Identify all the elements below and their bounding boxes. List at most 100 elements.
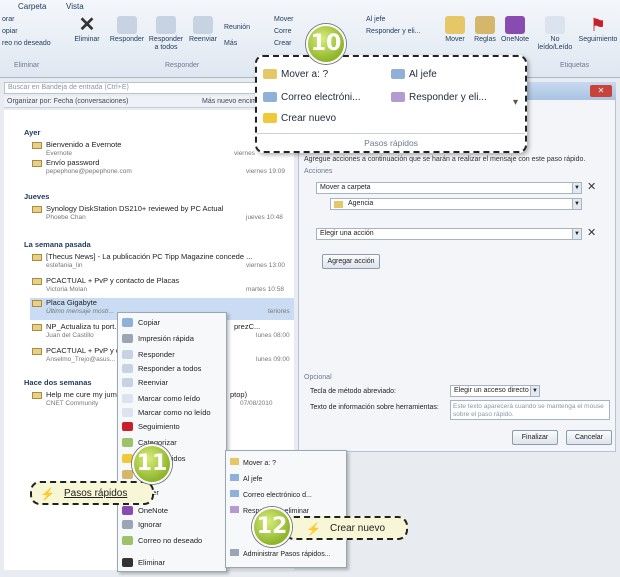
qs-email-item[interactable]: Correo electróni... (263, 92, 360, 103)
tooltip-textarea[interactable]: Este texto aparecerá cuando se mantenga … (450, 400, 610, 420)
mark-read-icon (122, 394, 133, 403)
ctx-item-label: Marcar como no leído (138, 408, 211, 417)
group-jueves[interactable]: Jueves (24, 192, 49, 201)
onenote-icon (505, 16, 525, 34)
ribbon-ignorar[interactable]: orar (2, 16, 14, 23)
group-semana-pasada[interactable]: La semana pasada (24, 240, 91, 249)
ctx-item-label: Copiar (138, 318, 161, 327)
finish-button[interactable]: Finalizar (512, 430, 558, 445)
sub-boss-item[interactable]: Al jefe (230, 474, 262, 483)
shortcut-select[interactable]: Elegir un acceso directo ▼ (450, 385, 540, 397)
remove-action2-icon[interactable]: ✕ (587, 226, 596, 239)
group-ayer[interactable]: Ayer (24, 128, 40, 137)
qs-jefe-small[interactable]: Al jefe (366, 16, 385, 23)
ctx-item-ignore[interactable]: Ignorar (118, 518, 226, 531)
sort-order: Más nuevo encima (202, 98, 261, 105)
shortcut-label: Tecla de método abreviado: (310, 388, 396, 395)
ctx-item-mark-unread[interactable]: Marcar como no leído (118, 406, 226, 419)
onenote-button[interactable]: OneNote (500, 16, 530, 44)
junk-icon (122, 536, 133, 545)
qs-correo-small[interactable]: Corre (274, 28, 292, 35)
quicksteps-group-label: Pasos rápidos (257, 133, 525, 148)
remove-action1-icon[interactable]: ✕ (587, 180, 596, 193)
folder-select[interactable]: Agencia ▼ (330, 198, 582, 210)
quicksteps-gallery-popup: Mover a: ? Al jefe Correo electróni... R… (255, 55, 527, 153)
tab-vista[interactable]: Vista (66, 2, 84, 11)
delete-icon (122, 558, 133, 567)
list-item[interactable]: Envío password pepephone@pepephone.com v… (30, 158, 294, 182)
ctx-item-followup[interactable]: Seguimiento (118, 420, 226, 433)
qs-boss-item[interactable]: Al jefe (391, 69, 437, 80)
reply-button[interactable]: Responder (108, 16, 146, 44)
sub-email-item[interactable]: Correo electrónico d... (230, 490, 312, 499)
quick-print-icon (122, 334, 133, 343)
tab-carpeta[interactable]: Carpeta (18, 2, 46, 11)
envelope-icon (32, 348, 42, 355)
sort-label: Organizar por: Fecha (conversaciones) (7, 98, 129, 105)
cancel-button[interactable]: Cancelar (566, 430, 612, 445)
section-opcional: Opcional (304, 374, 332, 381)
tooltip-label: Texto de información sobre herramientas: (310, 404, 439, 411)
sub-move-item[interactable]: Mover a: ? (230, 458, 276, 467)
step-badge-10: 10 (306, 24, 346, 64)
add-action-button[interactable]: Agregar acción (322, 254, 380, 269)
more-button[interactable]: Más (224, 40, 237, 47)
lightning-icon (263, 113, 277, 124)
close-icon[interactable]: ✕ (590, 85, 612, 97)
ctx-item-reply[interactable]: Responder (118, 348, 226, 361)
qs-mover-small[interactable]: Mover (274, 16, 293, 23)
qs-move-item[interactable]: Mover a: ? (263, 69, 328, 80)
group-eliminar: Eliminar (14, 62, 40, 69)
delete-button[interactable]: ✕ Eliminar (68, 15, 106, 44)
group-hace-dos-semanas[interactable]: Hace dos semanas (24, 378, 92, 387)
ctx-item-copy[interactable]: Copiar (118, 316, 226, 329)
followup-icon (122, 422, 133, 431)
callout-pasos-rapidos[interactable]: ⚡ Pasos rápidos (30, 481, 154, 505)
followup-button[interactable]: ⚑ Seguimiento (578, 16, 618, 44)
forward-icon (193, 16, 213, 34)
envelope-icon (32, 392, 42, 399)
copy-icon (122, 318, 133, 327)
reply-all-button[interactable]: Responder a todos (146, 16, 186, 52)
ctx-item-label: Ignorar (138, 520, 162, 529)
section-acciones: Acciones (304, 168, 333, 175)
ctx-item-mark-read[interactable]: Marcar como leído (118, 392, 226, 405)
ctx-item-onenote[interactable]: OneNote (118, 504, 226, 517)
ctx-item-junk[interactable]: Correo no deseado (118, 534, 226, 547)
move-button[interactable]: Mover (440, 16, 470, 44)
onenote-icon (122, 506, 133, 515)
forward-button[interactable]: Reenviar (186, 16, 220, 44)
forward-mail-icon (391, 69, 405, 80)
reply-icon (122, 350, 133, 359)
meeting-button[interactable]: Reunión (224, 24, 250, 31)
unread-read-button[interactable]: No leído/Leído (536, 16, 574, 52)
qs-crear-small[interactable]: Crear (274, 40, 292, 47)
ctx-item-label: OneNote (138, 506, 169, 515)
action2-select[interactable]: Elegir una acción ▼ (316, 228, 582, 240)
group-responder: Responder (165, 62, 200, 69)
qs-responder-small[interactable]: Responder y eli... (366, 28, 420, 35)
sub-manage-item[interactable]: Administrar Pasos rápidos... (230, 549, 331, 558)
list-item[interactable]: [Thecus News] - La publicación PC Tipp M… (30, 252, 294, 276)
gallery-expand-icon[interactable]: ▾ (513, 97, 518, 108)
ctx-item-label: Responder a todos (138, 364, 202, 373)
ctx-item-quick-print[interactable]: Impresión rápida (118, 332, 226, 345)
ctx-item-reply-all[interactable]: Responder a todos (118, 362, 226, 375)
rules-button[interactable]: Reglas (470, 16, 500, 44)
ctx-item-categorize[interactable]: Categorizar (118, 436, 226, 449)
sort-bar[interactable]: Organizar por: Fecha (conversaciones) Má… (4, 96, 294, 108)
ribbon-correo-no-deseado[interactable]: reo no deseado (2, 40, 51, 47)
reply-delete-icon (230, 506, 239, 513)
callout-crear-nuevo[interactable]: ⚡ Crear nuevo (284, 516, 408, 540)
reply-all-icon (156, 16, 176, 34)
search-input[interactable]: Buscar en Bandeja de entrada (Ctrl+E) (4, 82, 294, 94)
list-item[interactable]: PCACTUAL + PvP y contacto de Placas Vict… (30, 276, 294, 300)
ctx-item-forward[interactable]: Reenviar (118, 376, 226, 389)
ctx-item-delete[interactable]: Eliminar (118, 556, 226, 569)
ribbon-limpiar[interactable]: opiar (2, 28, 18, 35)
lightning-icon: ⚡ (306, 522, 321, 536)
action1-select[interactable]: Mover a carpeta ▼ (316, 182, 582, 194)
qs-reply-delete-item[interactable]: Responder y eli... (391, 92, 487, 103)
list-item[interactable]: Synology DiskStation DS210+ reviewed by … (30, 204, 294, 228)
qs-new-item[interactable]: Crear nuevo (263, 113, 336, 124)
